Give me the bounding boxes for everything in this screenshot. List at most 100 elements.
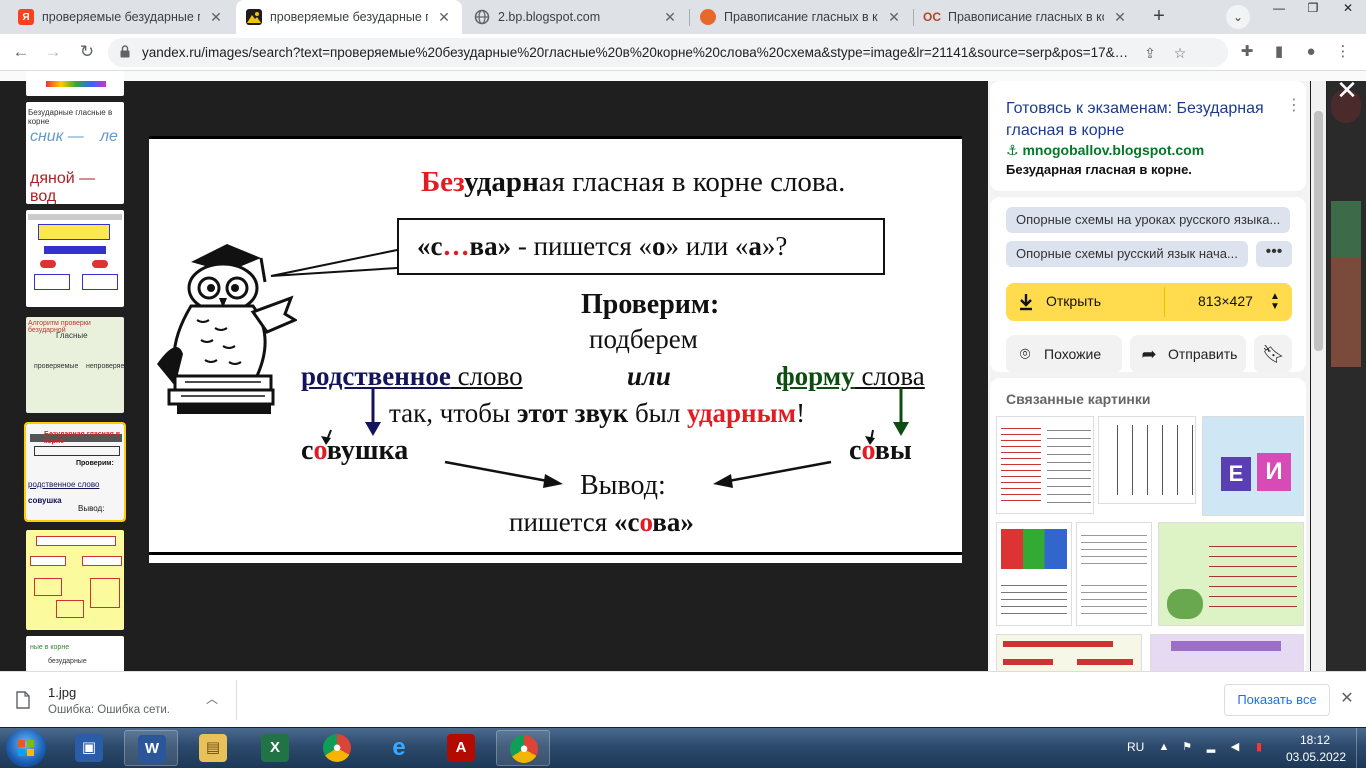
network-signal-icon[interactable]: ▂ [1204,740,1218,754]
start-button[interactable] [6,729,46,767]
tab-5[interactable]: ОС Правописание гласных в кор ✕ [914,0,1138,34]
taskbar-word[interactable]: W [124,730,178,766]
thumbnail-rail[interactable]: Безударные гласные в корне сник — ле дян… [24,71,126,671]
extensions-icon[interactable]: ✚ [1234,39,1260,65]
more-chips-button[interactable]: ••• [1256,241,1292,267]
input-language[interactable]: RU [1127,740,1144,754]
tag-chip[interactable]: Опорные схемы русский язык нача... [1006,241,1248,267]
so-that-part: ! [796,398,806,428]
taskbar-chrome[interactable]: ● [310,730,364,766]
tab-2-active[interactable]: проверяемые безударные гл ✕ [236,0,462,34]
window-close-icon[interactable]: ✕ [1330,0,1366,18]
rail-thumbnail[interactable]: Безударные гласные в корне сник — ле дян… [26,102,124,204]
address-bar[interactable]: yandex.ru/images/search?text=проверяемые… [108,38,1228,67]
lock-icon[interactable] [120,45,130,58]
edge-thumb [1331,257,1361,367]
rail-thumbnail-selected[interactable]: Безударная гласная в корне Проверим: род… [24,422,126,522]
related-thumbnail[interactable] [1098,416,1196,504]
windows-logo-icon [27,740,34,747]
reload-icon[interactable]: ↻ [74,39,100,65]
close-icon[interactable]: ✕ [662,9,678,26]
page-strip [0,71,1366,81]
result-part: «с [613,507,640,537]
side-panel-icon[interactable]: ▮ [1266,39,1292,65]
close-icon[interactable]: ✕ [886,9,902,26]
source-card: Готовясь к экзаменам: Безударная гласная… [990,81,1306,191]
kebab-icon[interactable]: ⋮ [1286,98,1302,114]
taskbar-ie[interactable]: e [372,730,426,766]
bookmark-icon: 🔖︎ [1262,344,1285,364]
panel-scrollbar[interactable] [1311,81,1326,671]
related-thumbnail[interactable] [996,522,1072,626]
rail-thumbnail[interactable] [26,210,124,307]
chevron-up-icon[interactable]: ︿ [202,689,222,709]
profile-icon[interactable]: ● [1298,39,1324,65]
excel-icon: X [261,734,289,762]
close-icon[interactable]: ✕ [1112,9,1128,26]
back-icon[interactable]: ← [8,39,34,65]
close-icon[interactable]: ✕ [208,9,224,26]
related-thumbnail[interactable]: Е И [1202,416,1304,516]
power-icon[interactable]: ▮ [1252,740,1266,754]
folder-icon: ▤ [199,734,227,762]
related-thumbnail[interactable] [1158,522,1304,626]
so-that-part: ударным [687,398,797,428]
source-domain-link[interactable]: ⚓ mnogoballov.blogspot.com [1006,142,1204,159]
conclusion-heading: Вывод: [580,470,666,501]
show-desktop-button[interactable] [1356,728,1366,768]
rail-thumbnail[interactable] [26,530,124,630]
school-icon: ОС [923,10,941,24]
similar-button[interactable]: ⌾ Похожие [1006,335,1122,373]
bookmark-star-icon[interactable]: ☆ [1170,43,1190,63]
close-viewer-icon[interactable]: ✕ [1334,77,1360,103]
scrollbar-thumb[interactable] [1314,111,1323,351]
minimize-icon[interactable]: — [1262,0,1296,18]
share-button[interactable]: ➦ Отправить [1130,335,1246,373]
download-file-name[interactable]: 1.jpg [48,685,76,700]
show-all-downloads-button[interactable]: Показать все [1224,684,1330,716]
taskbar-excel[interactable]: X [248,730,302,766]
tab-4[interactable]: Правописание гласных в кор ✕ [690,0,912,34]
tray-expand-icon[interactable]: ▲ [1157,740,1171,754]
close-icon[interactable]: ✕ [436,9,452,26]
clock-time[interactable]: 18:12 [1290,733,1340,747]
open-image-button[interactable]: Открыть 813×427 ▲ ▼ [1006,283,1292,321]
rail-thumbnail[interactable]: ные в корне безударные [26,636,124,671]
related-thumbnail[interactable] [1150,634,1304,671]
menu-kebab-icon[interactable]: ⋮ [1330,39,1356,65]
tab-search-button[interactable]: ⌄ [1226,5,1250,29]
share-label: Отправить [1168,346,1238,362]
related-thumbnail[interactable] [1076,522,1152,626]
close-download-bar-icon[interactable]: ✕ [1336,688,1358,710]
related-thumbnail[interactable] [996,416,1094,514]
taskbar-save-app[interactable]: ▣ [62,730,116,766]
rail-thumbnail[interactable] [26,71,124,96]
rail-thumbnail[interactable]: Алгоритм проверки безударной Гласные про… [26,317,124,413]
share-icon[interactable]: ⇪ [1140,43,1160,63]
lens-icon: ⌾ [1019,344,1031,364]
related-title: Связанные картинки [1006,391,1151,407]
related-thumbnail[interactable] [996,634,1142,671]
action-center-flag-icon[interactable]: ⚑ [1180,740,1194,754]
example-part: с [301,435,314,466]
tab-3[interactable]: 2.bp.blogspot.com ✕ [464,0,688,34]
taskbar-acrobat[interactable]: A [434,730,488,766]
tag-chip[interactable]: Опорные схемы на уроках русского языка..… [1006,207,1291,233]
tab-1[interactable]: Я проверяемые безударные гла ✕ [8,0,234,34]
chevron-updown-icon[interactable]: ▲ ▼ [1270,292,1280,312]
result-part: ва» [652,507,694,537]
restore-icon[interactable]: ❐ [1296,0,1330,18]
forward-icon[interactable]: → [40,39,66,65]
bookmark-button[interactable]: 🔖︎ [1254,335,1292,373]
example-left: совушка [301,435,408,467]
taskbar-chrome-active[interactable]: ● [496,730,550,766]
source-title-link[interactable]: Готовясь к экзаменам: Безударная гласная… [1006,98,1276,142]
taskbar-explorer[interactable]: ▤ [186,730,240,766]
image-size-select[interactable]: 813×427 [1198,293,1253,309]
clock-date[interactable]: 03.05.2022 [1280,750,1352,764]
ie-icon: e [392,734,406,761]
new-tab-button[interactable]: + [1147,5,1171,29]
main-image[interactable]: Безударная гласная в корне слова. «с…ва»… [149,136,962,563]
volume-icon[interactable]: ◀ [1228,740,1242,754]
url-text[interactable]: yandex.ru/images/search?text=проверяемые… [142,45,1132,60]
